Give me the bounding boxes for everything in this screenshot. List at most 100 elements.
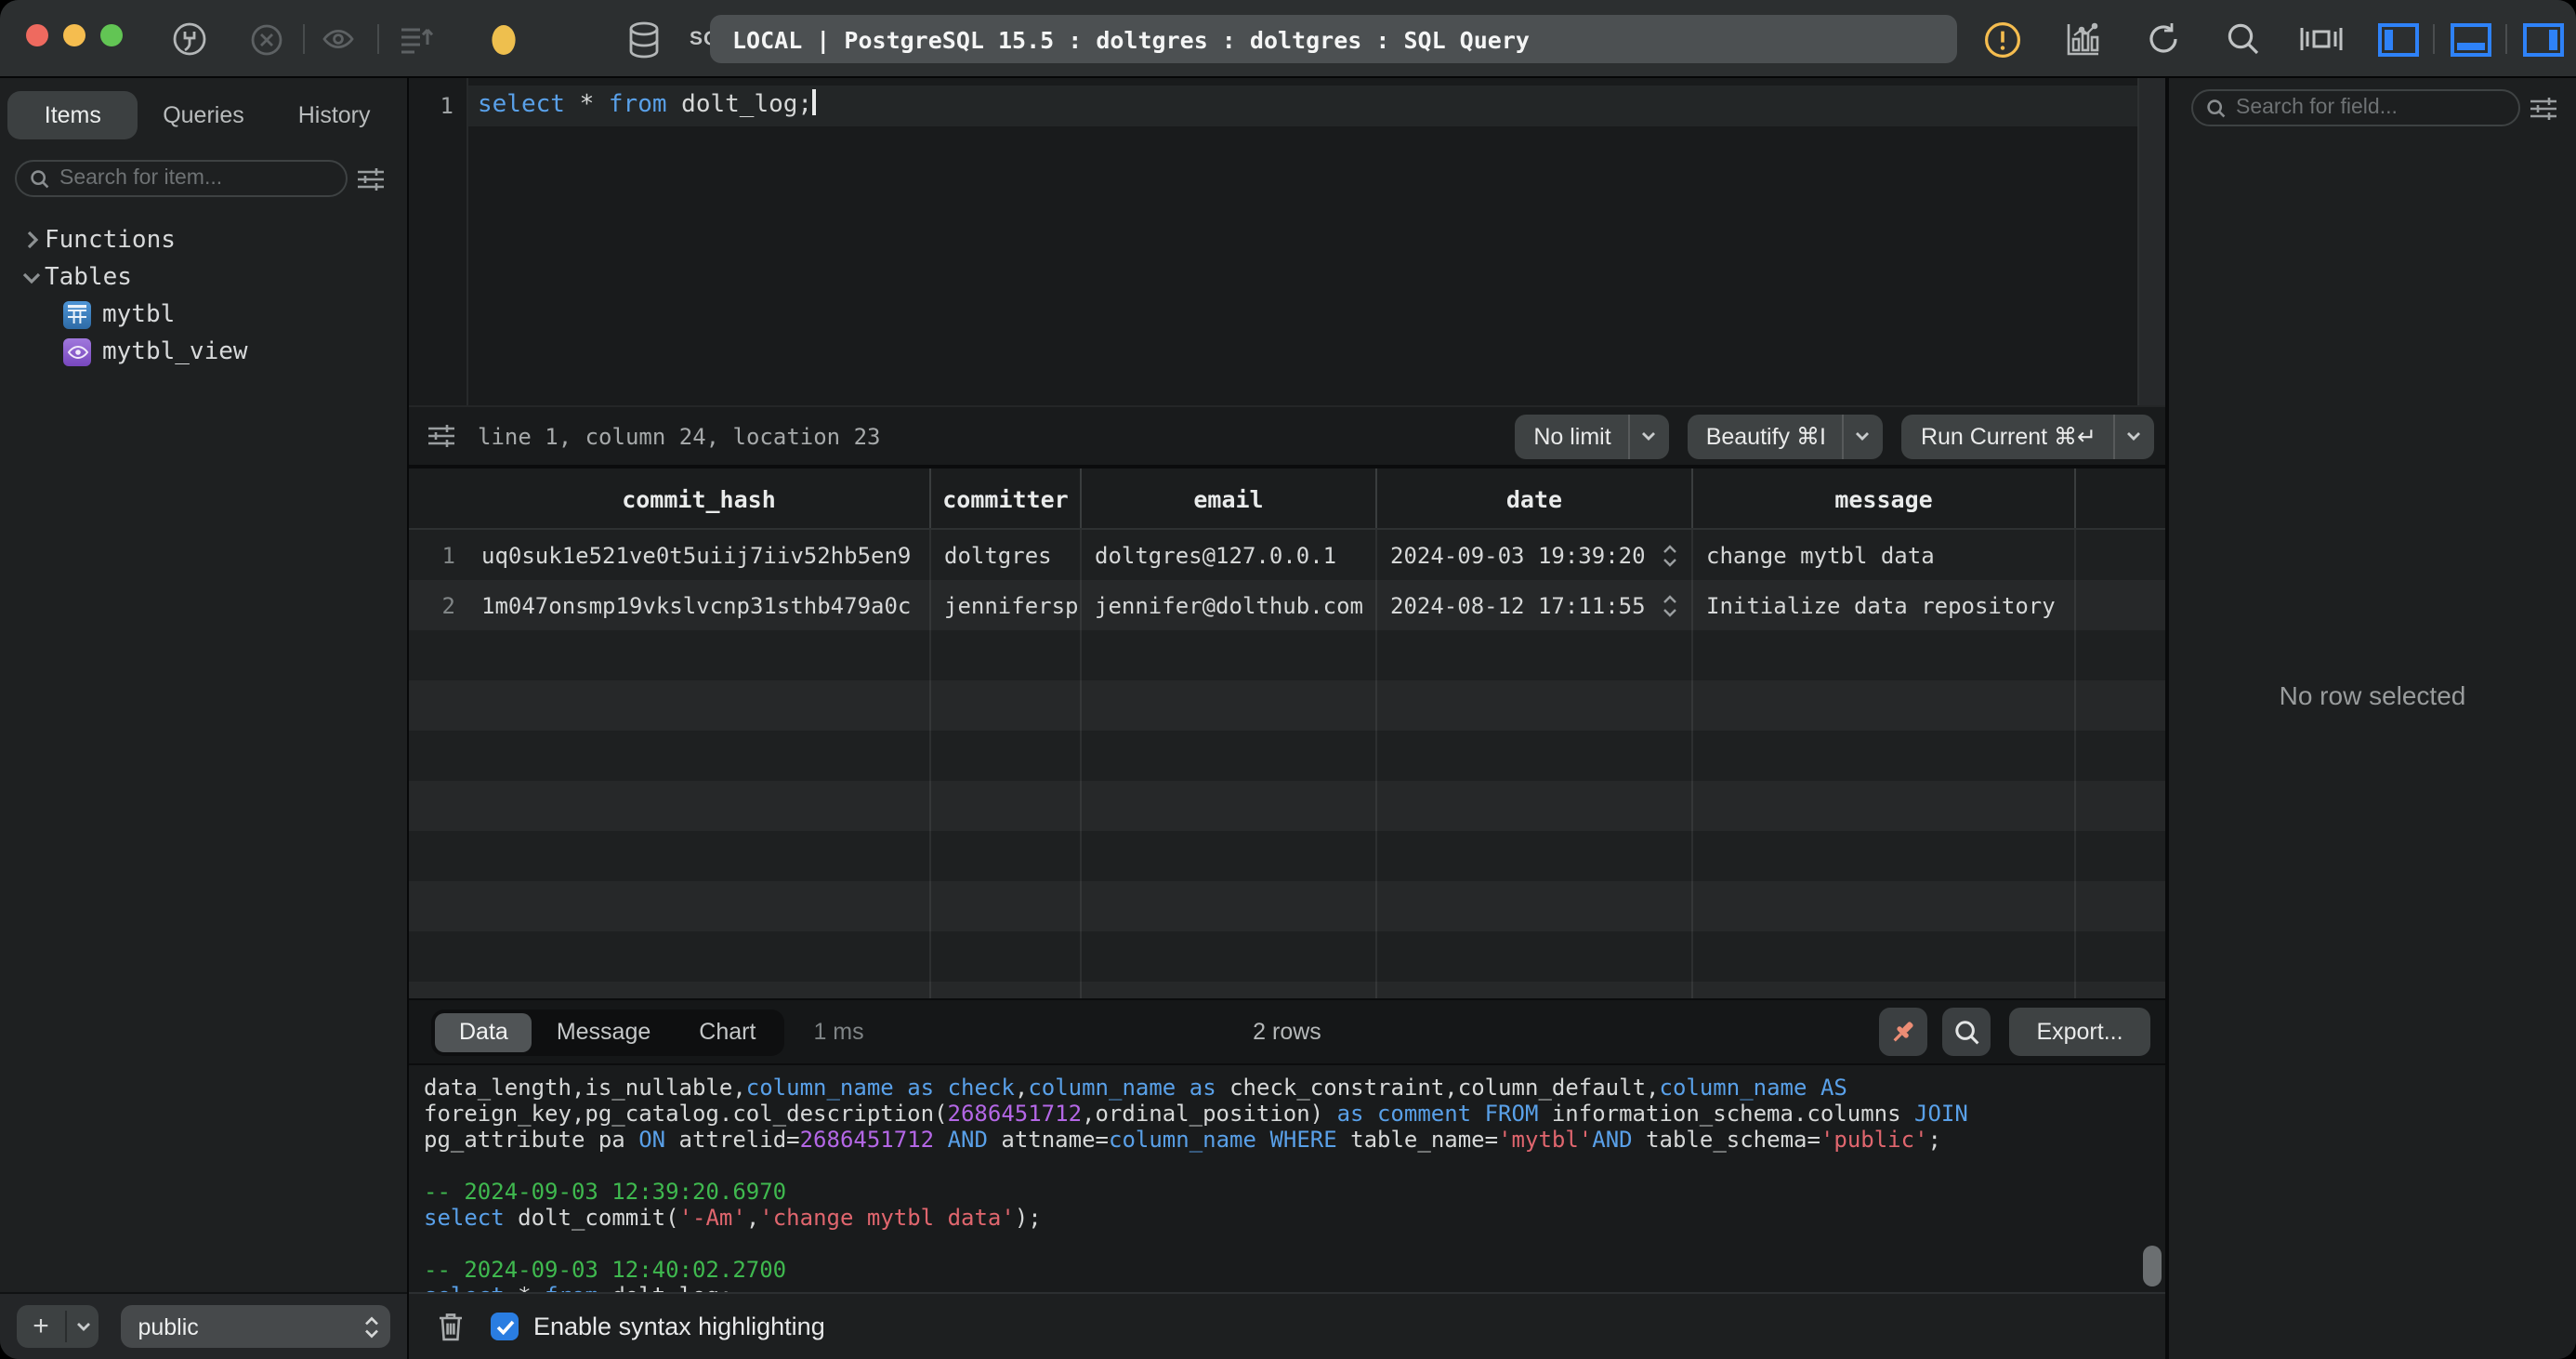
toggle-left-panel-icon[interactable] [2375, 0, 2422, 78]
cell-message[interactable]: change mytbl data [1693, 530, 2076, 580]
connection-plug-icon[interactable] [167, 0, 212, 78]
preview-eye-icon[interactable] [318, 0, 359, 78]
toolbar-divider [2505, 24, 2507, 54]
sql-editor[interactable]: 1 select * from dolt_log; [409, 78, 2165, 405]
toolbar-divider [2433, 24, 2435, 54]
view-eye-icon [63, 337, 91, 365]
tree-node-mytbl[interactable]: mytbl [0, 296, 407, 333]
grid-header: commit_hash committer email date message [409, 468, 2165, 530]
beautify-dropdown-button[interactable]: Beautify ⌘I [1688, 414, 1884, 458]
disconnect-icon[interactable] [245, 0, 286, 78]
add-item-button[interactable]: + [17, 1305, 65, 1348]
empty-row [409, 731, 2165, 781]
query-log[interactable]: data_length,is_nullable,column_name as c… [409, 1063, 2165, 1292]
cell-date[interactable]: 2024-08-12 17:11:55 [1377, 580, 1693, 630]
table-row[interactable]: 1 uq0suk1e521ve0t5uiij7iiv52hb5en9 doltg… [409, 530, 2165, 580]
editor-line-1[interactable]: select * from dolt_log; [468, 86, 2165, 126]
tab-items[interactable]: Items [7, 91, 138, 139]
sidebar-search-row: Search for item... [0, 160, 407, 197]
column-header-committer[interactable]: committer [931, 468, 1082, 528]
cell-date[interactable]: 2024-09-03 19:39:20 [1377, 530, 1693, 580]
item-filter-icon[interactable] [348, 160, 392, 197]
header-gutter [409, 468, 468, 528]
cell-message[interactable]: Initialize data repository [1693, 580, 2076, 630]
tab-chart[interactable]: Chart [675, 1012, 780, 1051]
window-title-pill[interactable]: LOCAL | PostgreSQL 15.5 : doltgres : dol… [710, 15, 1957, 63]
tab-message[interactable]: Message [532, 1012, 675, 1051]
field-search-input[interactable]: Search for field... [2191, 89, 2520, 126]
titlebar: SQL LOCAL | PostgreSQL 15.5 : doltgres :… [0, 0, 2576, 78]
table-row[interactable]: 2 1m047onsmp19vkslvcnp31sthb479a0c jenni… [409, 580, 2165, 630]
cell-email[interactable]: jennifer@dolthub.com [1082, 580, 1377, 630]
cell-commit-hash[interactable]: uq0suk1e521ve0t5uiij7iiv52hb5en9 [468, 530, 931, 580]
schema-select-value: public [138, 1313, 364, 1339]
column-header-email[interactable]: email [1082, 468, 1377, 528]
toggle-right-panel-icon[interactable] [2520, 0, 2567, 78]
tree-label: Tables [45, 263, 132, 291]
limit-dropdown-button[interactable]: No limit [1515, 414, 1668, 458]
sidebar-tabs: Items Queries History [0, 82, 407, 149]
refresh-icon[interactable] [2141, 0, 2184, 78]
search-icon [30, 168, 50, 189]
zoom-window-button[interactable] [100, 24, 123, 46]
editor-code[interactable]: select * from dolt_log; [468, 78, 2165, 405]
search-results-button[interactable] [1942, 1008, 1991, 1056]
search-icon[interactable] [2221, 0, 2264, 78]
run-current-dropdown-button[interactable]: Run Current ⌘↵ [1902, 414, 2154, 458]
syntax-highlighting-checkbox[interactable] [491, 1313, 519, 1340]
cell-committer[interactable]: doltgres [931, 530, 1082, 580]
query-duration-label: 1 ms [813, 1019, 863, 1045]
object-tree: Functions Tables mytbl [0, 197, 407, 1292]
pin-result-button[interactable] [1879, 1008, 1927, 1056]
header-filler [2076, 468, 2165, 528]
divider [2113, 414, 2115, 458]
tab-data[interactable]: Data [435, 1012, 532, 1051]
tree-label: mytbl [102, 300, 175, 328]
export-button[interactable]: Export... [2009, 1008, 2150, 1056]
field-filter-icon[interactable] [2520, 89, 2565, 126]
cell-committer[interactable]: jennifersp [931, 580, 1082, 630]
log-line: -- 2024-09-03 12:40:02.2700 [424, 1257, 2150, 1283]
editor-scrollbar[interactable] [2137, 78, 2165, 405]
empty-row [409, 630, 2165, 680]
toggle-bottom-panel-icon[interactable] [2448, 0, 2494, 78]
column-header-message[interactable]: message [1693, 468, 2076, 528]
item-search-input[interactable]: Search for item... [15, 160, 348, 197]
tree-node-mytbl-view[interactable]: mytbl_view [0, 333, 407, 370]
editor-settings-icon[interactable] [427, 424, 455, 448]
chevron-down-icon [2126, 431, 2141, 441]
close-window-button[interactable] [26, 24, 48, 46]
results-grid: commit_hash committer email date message… [409, 465, 2165, 998]
divider [1843, 414, 1845, 458]
row-detail-panel: Search for field... No row selected [2165, 78, 2576, 1359]
fit-columns-icon[interactable] [2297, 0, 2344, 78]
empty-row [409, 781, 2165, 831]
trash-icon[interactable] [437, 1311, 465, 1342]
warning-icon[interactable] [1981, 0, 2024, 78]
empty-row [409, 831, 2165, 881]
cell-filler [2076, 530, 2165, 580]
add-item-menu-button[interactable] [67, 1305, 99, 1348]
row-number: 1 [409, 530, 468, 580]
sidebar-footer: + public [0, 1292, 407, 1359]
column-header-date[interactable]: date [1377, 468, 1693, 528]
tree-node-functions[interactable]: Functions [0, 221, 407, 258]
database-icon[interactable] [621, 0, 665, 78]
cell-email[interactable]: doltgres@127.0.0.1 [1082, 530, 1377, 580]
minimize-window-button[interactable] [63, 24, 85, 46]
tab-history[interactable]: History [269, 91, 400, 139]
search-icon [2206, 98, 2227, 118]
column-header-commit-hash[interactable]: commit_hash [468, 468, 931, 528]
tab-queries[interactable]: Queries [138, 91, 269, 139]
log-scrollbar-thumb[interactable] [2143, 1246, 2162, 1286]
search-icon [1952, 1018, 1980, 1046]
tree-node-tables[interactable]: Tables [0, 258, 407, 296]
log-line: data_length,is_nullable,column_name as c… [424, 1075, 2150, 1101]
table-icon [63, 300, 91, 328]
query-log-icon[interactable] [394, 0, 439, 78]
datetime-stepper-icon [1662, 542, 1678, 568]
main-bottom-bar: Enable syntax highlighting [409, 1292, 2165, 1359]
schema-select[interactable]: public [121, 1305, 390, 1348]
chart-icon[interactable] [2059, 0, 2104, 78]
cell-commit-hash[interactable]: 1m047onsmp19vkslvcnp31sthb479a0c [468, 580, 931, 630]
